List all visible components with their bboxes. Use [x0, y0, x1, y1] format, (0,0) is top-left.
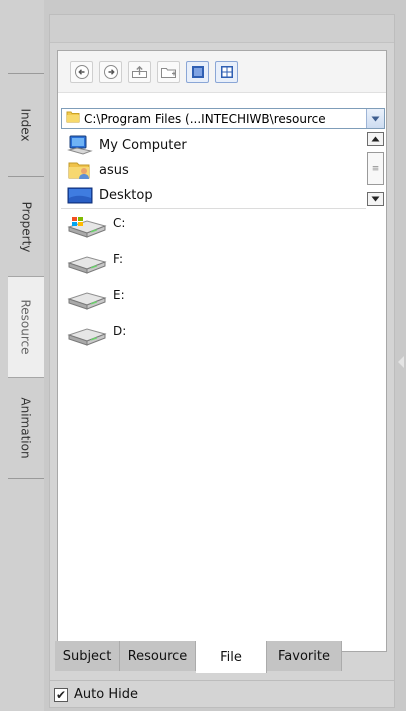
tab-label: Resource: [127, 648, 188, 664]
resource-panel: C:\Program Files (...INTECHIWB\resource …: [49, 14, 395, 708]
bottom-tab-bar: Subject Resource File Favorite: [55, 641, 342, 673]
new-folder-button[interactable]: [157, 60, 180, 83]
folder-item-label: My Computer: [99, 137, 187, 153]
folder-item-label: asus: [99, 162, 129, 178]
scroll-down-button[interactable]: [367, 192, 384, 206]
windows-drive-icon: [67, 217, 107, 238]
folder-item-my-computer[interactable]: My Computer: [67, 133, 357, 157]
computer-icon: [67, 135, 93, 155]
drive-item-e[interactable]: E:: [67, 283, 217, 313]
drive-icon: [67, 256, 107, 274]
side-tab-label: Index: [18, 108, 33, 142]
up-button[interactable]: [128, 60, 151, 83]
side-tab-index[interactable]: Index: [8, 74, 44, 176]
drive-icon: [67, 328, 107, 346]
side-tab-property[interactable]: Property: [8, 177, 44, 277]
path-dropdown[interactable]: C:\Program Files (...INTECHIWB\resource: [61, 108, 385, 129]
path-value: C:\Program Files (...INTECHIWB\resource: [84, 111, 326, 126]
arrow-left-icon: [74, 64, 89, 79]
drive-label: D:: [113, 324, 127, 338]
folder-item-label: Desktop: [99, 187, 153, 203]
side-tab-label: Animation: [19, 397, 33, 459]
autohide-row: ✔ Auto Hide: [50, 680, 394, 708]
browser-toolbar: [58, 51, 386, 93]
list-view-icon: [191, 65, 204, 78]
tab-subject[interactable]: Subject: [55, 641, 120, 671]
drive-label: E:: [113, 288, 125, 302]
forward-button[interactable]: [99, 60, 122, 83]
drive-label: C:: [113, 216, 126, 230]
autohide-checkbox[interactable]: ✔: [54, 687, 68, 702]
tab-label: File: [220, 649, 242, 665]
tab-label: Favorite: [278, 648, 330, 664]
back-button[interactable]: [70, 60, 93, 83]
drive-item-f[interactable]: F:: [67, 247, 217, 277]
thumbnail-view-button[interactable]: [215, 60, 238, 83]
new-folder-icon: [160, 67, 176, 78]
folder-icon: [66, 110, 80, 127]
drive-item-d[interactable]: D:: [67, 319, 217, 349]
side-tab-label: Resource: [19, 299, 33, 355]
drive-label: F:: [113, 252, 124, 266]
side-divider: [8, 478, 44, 479]
folder-up-icon: [132, 65, 147, 78]
tab-label: Subject: [62, 648, 112, 664]
list-view-button[interactable]: [186, 60, 209, 83]
tab-resource[interactable]: Resource: [120, 641, 196, 671]
chevron-up-icon: [371, 136, 380, 142]
side-tab-label: Property: [19, 201, 33, 253]
checkmark-icon: ✔: [55, 687, 67, 702]
drive-item-c[interactable]: C:: [67, 211, 217, 241]
tab-favorite[interactable]: Favorite: [267, 641, 342, 671]
panel-header: [50, 15, 394, 43]
scroll-up-button[interactable]: [367, 132, 384, 146]
chevron-down-icon: [371, 196, 380, 202]
tab-file[interactable]: File: [196, 641, 267, 673]
folder-list-scrollbar[interactable]: ≡: [366, 131, 385, 209]
folder-item-asus[interactable]: asus: [67, 158, 357, 182]
side-tab-resource[interactable]: Resource: [8, 276, 44, 378]
collapse-handle[interactable]: [398, 356, 404, 368]
drive-list: C: F: E: D:: [61, 211, 385, 647]
side-tab-strip: Index Property Resource Animation: [0, 0, 44, 711]
side-tab-animation[interactable]: Animation: [8, 378, 44, 478]
folder-item-desktop[interactable]: Desktop: [67, 183, 357, 207]
user-folder-icon: [68, 162, 90, 179]
folder-list: My Computer asus Desktop ≡: [61, 131, 385, 209]
chevron-down-icon[interactable]: [366, 109, 384, 128]
autohide-label: Auto Hide: [74, 687, 138, 702]
scroll-thumb[interactable]: ≡: [367, 152, 384, 185]
desktop-icon: [67, 187, 93, 204]
file-browser: C:\Program Files (...INTECHIWB\resource …: [57, 50, 387, 652]
thumbnail-view-icon: [220, 65, 233, 78]
drive-icon: [67, 292, 107, 310]
arrow-right-icon: [103, 64, 118, 79]
